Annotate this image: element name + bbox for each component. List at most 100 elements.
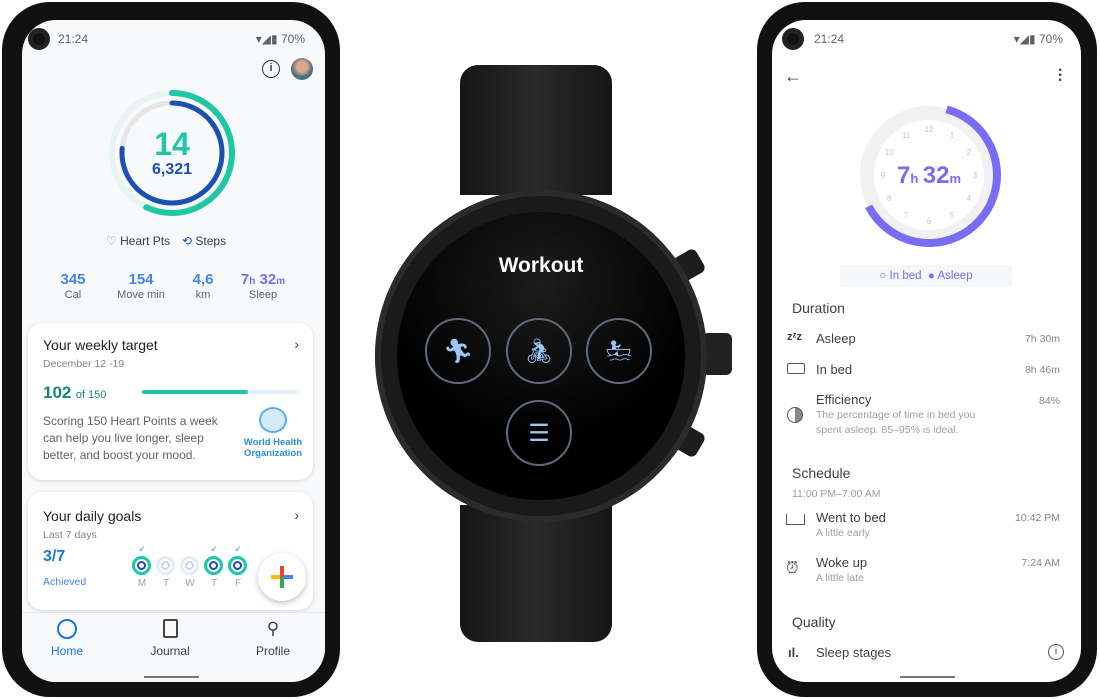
nav-home[interactable]: Home (37, 619, 97, 658)
check-icon: ✓ (138, 544, 146, 554)
stat-sleep-value: 7h 32m (240, 271, 286, 288)
achieved-label: Achieved (43, 576, 87, 588)
watch-title: Workout (498, 254, 584, 277)
heart-pts-legend: ♡ Heart Pts (106, 234, 170, 248)
clock-number: 11 (902, 131, 911, 140)
watch-strap-bottom (460, 505, 612, 642)
day-goal-3: ✓ T (204, 544, 224, 589)
check-icon: ✓ (234, 544, 242, 554)
status-icons: ▾◢▮ 70% (1013, 32, 1063, 46)
day-goal-4: ✓ F (228, 544, 248, 589)
woke-up-sub: A little late (816, 572, 864, 584)
add-fab-button[interactable] (258, 553, 306, 601)
run-workout-button[interactable]: 🏃︎ (425, 318, 491, 384)
bike-workout-button[interactable]: 🚴︎ (506, 318, 572, 384)
avatar[interactable] (291, 58, 313, 80)
day-goal-2: W (180, 544, 200, 589)
bike-icon: 🚴︎ (523, 337, 555, 365)
woke-up-value: 7:24 AM (1021, 557, 1060, 569)
stat-sleep-label: Sleep (248, 289, 278, 301)
heart-points-value: 14 (154, 126, 190, 162)
day-goal-1: T (156, 544, 176, 589)
more-workouts-button[interactable]: ☰ (506, 400, 572, 466)
clock-number: 6 (927, 217, 932, 226)
status-icons: ▾◢▮ 70% (255, 32, 305, 46)
check-icon (156, 544, 176, 556)
inbed-value: 8h 46m (1024, 364, 1060, 376)
day-goal-0: ✓ M (132, 544, 152, 589)
weekly-dates: December 12 -19 (43, 358, 125, 370)
zzz-icon: zᶻz (787, 331, 802, 343)
rowing-icon: 🚣︎ (605, 338, 633, 363)
steps-label: Steps (195, 234, 227, 248)
day-letter: M (137, 578, 147, 589)
went-to-bed-value: 10:42 PM (1015, 512, 1060, 524)
clock-number: 7 (904, 211, 909, 220)
bed-icon (787, 363, 805, 374)
asleep-label: Asleep (816, 331, 856, 346)
weekly-progress-bar (142, 390, 298, 394)
status-time: 21:24 (814, 32, 845, 46)
day-ring (132, 556, 151, 575)
efficiency-desc-2: spent asleep. 85–95% is ideal. (816, 424, 959, 436)
stat-move-label: Move min (117, 289, 165, 301)
day-letter: T (210, 578, 218, 589)
list-icon: ☰ (528, 419, 550, 447)
steps-icon: ⟲ (182, 234, 193, 248)
day-ring (156, 556, 175, 575)
home-indicator (144, 676, 199, 678)
run-icon: 🏃︎ (442, 337, 474, 365)
weekly-target-card[interactable]: Your weekly target › December 12 -19 102… (28, 323, 313, 480)
day-ring (180, 556, 199, 575)
camera (28, 28, 50, 50)
went-to-bed-label: Went to bed (816, 510, 886, 525)
clock-number: 4 (967, 194, 972, 203)
home-indicator (900, 676, 955, 678)
stat-move-value: 154 (128, 271, 154, 288)
bottom-nav: Home Journal ⚲ Profile (22, 612, 325, 682)
rowing-workout-button[interactable]: 🚣︎ (586, 318, 652, 384)
nav-journal[interactable]: Journal (140, 619, 200, 658)
sleep-stages-label[interactable]: Sleep stages (816, 645, 891, 660)
schedule-title: Schedule (792, 465, 851, 481)
quality-title: Quality (792, 614, 836, 630)
battery-level: 70% (1038, 32, 1063, 46)
clock-number: 12 (925, 125, 934, 134)
steps-legend: ⟲ Steps (182, 234, 226, 248)
fit-home-screen: 21:24 ▾◢▮ 70% i 14 6,321 ♡ Heart Pts ⟲ S… (22, 20, 325, 682)
day-letter: W (185, 578, 195, 589)
sleep-legend: ○ In bed ● Asleep (840, 265, 1012, 287)
check-icon (180, 544, 200, 556)
nav-profile[interactable]: ⚲ Profile (243, 619, 303, 658)
who-logo: World Health Organization (238, 407, 308, 459)
clock-number: 1 (950, 131, 955, 140)
battery-level: 70% (280, 32, 305, 46)
who-emblem-icon (259, 407, 287, 433)
journal-icon (162, 619, 178, 638)
watch-screen: Workout 🏃︎ 🚴︎ 🚣︎ ☰ (397, 212, 685, 500)
efficiency-icon (787, 407, 803, 423)
day-rings: ✓ M T W ✓ T ✓ F (132, 544, 272, 594)
inbed-label: In bed (816, 362, 853, 377)
day-letter: F (234, 578, 242, 589)
efficiency-desc-1: The percentage of time in bed you (816, 409, 976, 421)
stat-cal-label: Cal (64, 289, 82, 301)
weekly-value: 102 of 150 (43, 383, 107, 402)
check-icon: ✓ (210, 544, 218, 554)
steps-value: 6,321 (151, 161, 193, 178)
camera (782, 28, 804, 50)
clock-number: 2 (967, 148, 972, 157)
info-icon[interactable]: i (262, 60, 280, 78)
clock-number: 10 (885, 148, 894, 157)
asleep-value: 7h 30m (1024, 333, 1060, 345)
bar-chart-icon: ıl. (788, 645, 799, 660)
back-arrow-icon[interactable]: ← (784, 66, 802, 87)
info-icon[interactable]: i (1048, 644, 1064, 660)
duration-title: Duration (792, 300, 845, 316)
woke-up-label: Woke up (816, 555, 868, 570)
profile-icon: ⚲ (266, 619, 280, 638)
more-menu-icon[interactable]: · · · (1058, 63, 1063, 89)
sleep-screen: 21:24 ▾◢▮ 70% ← · · · 12 1 2 3 4 5 6 7 8 9 10 11 7h 3… (772, 20, 1081, 682)
day-ring (204, 556, 223, 575)
heart-pts-label: Heart Pts (120, 234, 171, 248)
